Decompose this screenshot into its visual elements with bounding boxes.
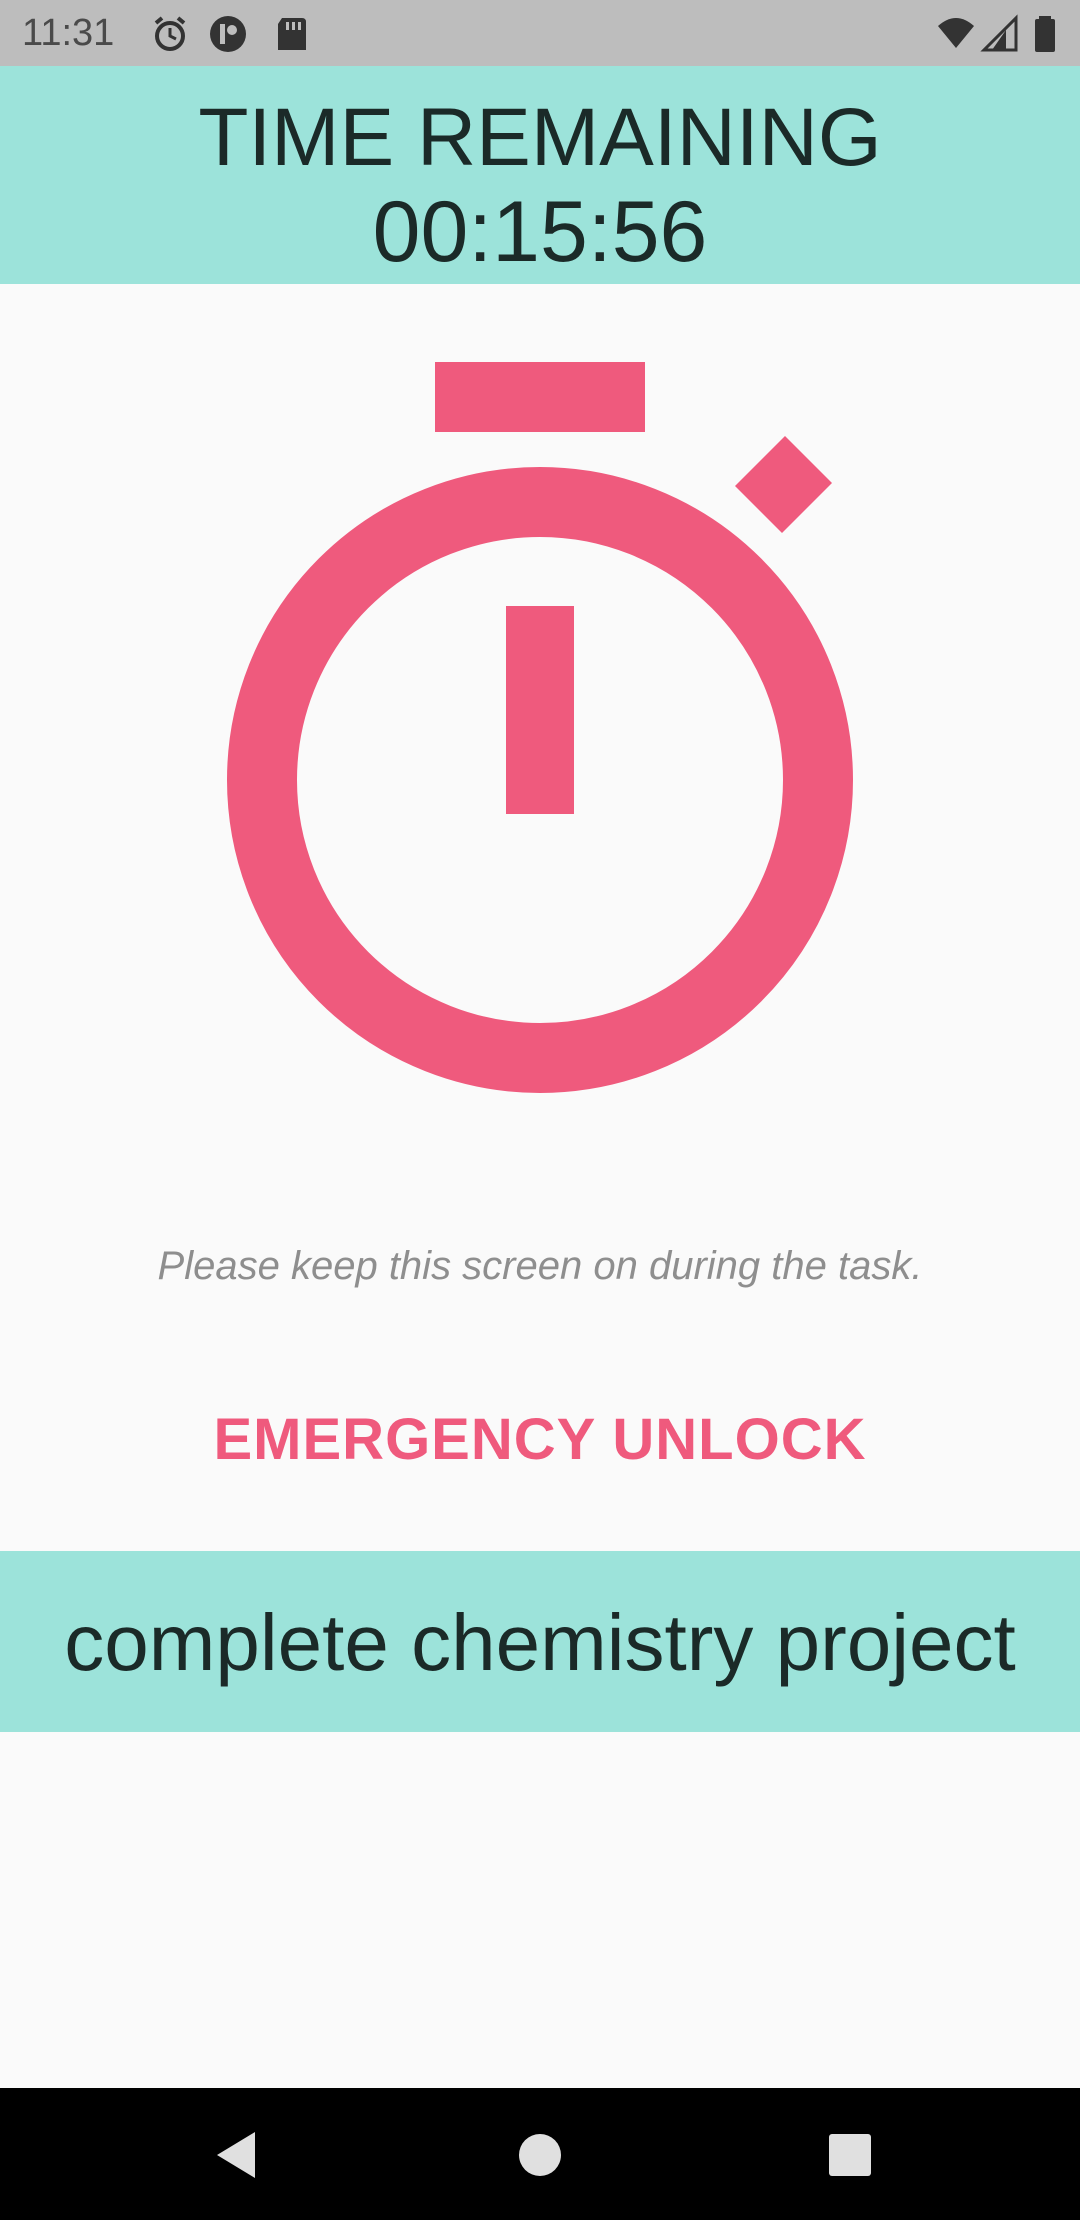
emergency-unlock-button[interactable]: EMERGENCY UNLOCK (190, 1390, 890, 1490)
status-time: 11:31 (22, 12, 115, 54)
navigation-bar (0, 2088, 1080, 2220)
signal-icon (980, 14, 1020, 54)
countdown-timer: 00:15:56 (372, 184, 708, 280)
sd-card-icon (272, 14, 312, 54)
header-title: TIME REMAINING (198, 92, 882, 183)
keep-screen-on-hint: Please keep this screen on during the ta… (157, 1244, 923, 1288)
recents-icon[interactable] (805, 2110, 895, 2200)
stopwatch-icon (220, 358, 860, 1098)
status-bar: 11:31 (0, 0, 1080, 66)
time-remaining-header: TIME REMAINING 00:15:56 (0, 66, 1080, 284)
task-name: complete chemistry project (64, 1598, 1016, 1687)
app-notification-icon (208, 14, 248, 54)
home-icon[interactable] (495, 2110, 585, 2200)
task-banner: complete chemistry project (0, 1551, 1080, 1732)
wifi-icon (936, 14, 976, 54)
alarm-icon (150, 14, 190, 54)
back-icon[interactable] (195, 2110, 285, 2200)
battery-icon (1030, 14, 1060, 54)
